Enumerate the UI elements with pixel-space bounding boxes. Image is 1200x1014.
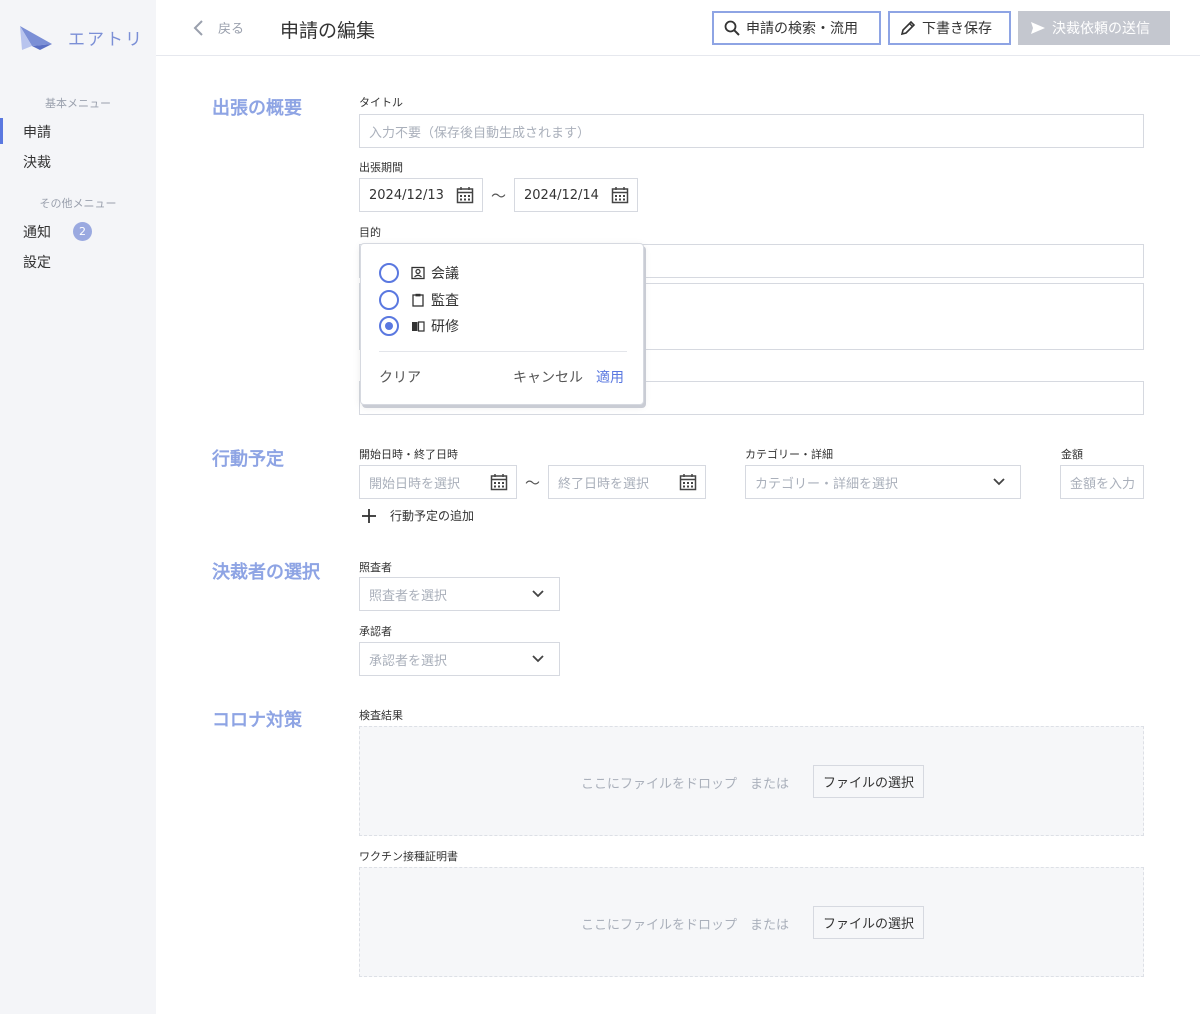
search-reuse-button[interactable]: 申請の検索・流用 bbox=[712, 11, 881, 45]
schedule-section-title: 行動予定 bbox=[212, 449, 284, 470]
select-file-button[interactable]: ファイルの選択 bbox=[813, 906, 925, 939]
approver-label: 承認者 bbox=[359, 625, 392, 638]
category-placeholder: カテゴリー・詳細を選択 bbox=[755, 476, 899, 492]
purpose-popover: 会議 監査 研修 クリア キャンセル 適用 bbox=[360, 243, 644, 405]
radio-button[interactable] bbox=[379, 263, 399, 283]
purpose-option-label: 監査 bbox=[431, 293, 459, 309]
start-datetime-input[interactable]: 開始日時を選択 bbox=[359, 465, 517, 499]
calendar-icon[interactable] bbox=[611, 186, 629, 204]
purpose-option-label: 研修 bbox=[431, 319, 459, 335]
purpose-option-meeting[interactable]: 会議 bbox=[379, 263, 459, 283]
app-name: エアトリ bbox=[68, 29, 144, 50]
dropzone-text: ここにファイルをドロップ または bbox=[581, 918, 790, 933]
sidebar-item-approval[interactable]: 決裁 bbox=[23, 152, 51, 172]
sidebar-item-settings[interactable]: 設定 bbox=[23, 252, 51, 272]
send-icon bbox=[1031, 22, 1045, 34]
clipboard-icon bbox=[412, 293, 424, 307]
back-link[interactable]: 戻る bbox=[192, 18, 244, 37]
title-placeholder: 入力不要（保存後自動生成されます） bbox=[369, 125, 591, 141]
calendar-icon[interactable] bbox=[679, 473, 697, 491]
end-date-value: 2024/12/14 bbox=[524, 187, 599, 203]
vaccine-certificate-label: ワクチン接種証明書 bbox=[359, 850, 458, 863]
category-label: カテゴリー・詳細 bbox=[745, 448, 833, 461]
radio-button[interactable] bbox=[379, 290, 399, 310]
amount-label: 金額 bbox=[1061, 448, 1083, 461]
notification-count-badge: 2 bbox=[73, 222, 92, 241]
date-range-separator: 〜 bbox=[491, 187, 507, 205]
end-datetime-placeholder: 終了日時を選択 bbox=[558, 476, 650, 492]
datetime-range-separator: 〜 bbox=[525, 474, 541, 492]
app-logo[interactable]: エアトリ bbox=[18, 22, 144, 52]
popover-divider bbox=[379, 351, 627, 352]
select-file-button[interactable]: ファイルの選択 bbox=[813, 765, 925, 798]
reviewer-placeholder: 照査者を選択 bbox=[369, 588, 448, 604]
paper-plane-logo-icon bbox=[20, 26, 52, 50]
amount-input[interactable]: 金額を入力 bbox=[1060, 465, 1144, 499]
approver-select[interactable]: 承認者を選択 bbox=[359, 642, 560, 676]
purpose-option-training[interactable]: 研修 bbox=[379, 316, 459, 336]
book-icon bbox=[412, 321, 425, 332]
reviewer-label: 照査者 bbox=[359, 561, 392, 574]
end-datetime-input[interactable]: 終了日時を選択 bbox=[548, 465, 706, 499]
contact-card-icon bbox=[411, 266, 425, 280]
send-approval-label: 決裁依頼の送信 bbox=[1052, 21, 1150, 37]
add-schedule-label: 行動予定の追加 bbox=[390, 509, 475, 523]
other-menu-label: その他メニュー bbox=[39, 197, 117, 210]
approver-placeholder: 承認者を選択 bbox=[369, 653, 448, 669]
header: 戻る 申請の編集 申請の検索・流用 下書き保存 決裁依頼の送信 bbox=[156, 0, 1200, 56]
clear-button[interactable]: クリア bbox=[379, 367, 421, 387]
datetime-label: 開始日時・終了日時 bbox=[359, 448, 458, 461]
apply-button[interactable]: 適用 bbox=[596, 367, 624, 387]
period-label: 出張期間 bbox=[359, 161, 403, 174]
overview-section-title: 出張の概要 bbox=[212, 98, 302, 119]
chevron-down-icon bbox=[532, 655, 544, 663]
radio-button-selected[interactable] bbox=[379, 316, 399, 336]
add-schedule-button[interactable]: 行動予定の追加 bbox=[362, 507, 474, 524]
dropzone-text: ここにファイルをドロップ または bbox=[581, 777, 790, 792]
plus-icon bbox=[362, 508, 376, 523]
start-datetime-placeholder: 開始日時を選択 bbox=[369, 476, 461, 492]
chevron-left-icon bbox=[193, 19, 203, 36]
start-date-value: 2024/12/13 bbox=[369, 187, 444, 203]
calendar-icon[interactable] bbox=[490, 473, 508, 491]
covid-section-title: コロナ対策 bbox=[212, 710, 302, 731]
test-result-label: 検査結果 bbox=[359, 709, 403, 722]
approvers-section-title: 決裁者の選択 bbox=[212, 562, 320, 583]
pencil-icon bbox=[900, 20, 916, 36]
title-input[interactable]: 入力不要（保存後自動生成されます） bbox=[359, 114, 1144, 148]
purpose-option-audit[interactable]: 監査 bbox=[379, 290, 459, 310]
start-date-input[interactable]: 2024/12/13 bbox=[359, 178, 483, 212]
chevron-down-icon bbox=[993, 478, 1005, 486]
basic-menu-label: 基本メニュー bbox=[45, 97, 111, 110]
purpose-option-label: 会議 bbox=[431, 266, 459, 282]
page-title: 申請の編集 bbox=[280, 20, 376, 42]
end-date-input[interactable]: 2024/12/14 bbox=[514, 178, 638, 212]
sidebar-item-notifications[interactable]: 通知 bbox=[23, 222, 51, 242]
reviewer-select[interactable]: 照査者を選択 bbox=[359, 577, 560, 611]
test-result-dropzone[interactable]: ここにファイルをドロップ または ファイルの選択 bbox=[359, 726, 1144, 836]
amount-placeholder: 金額を入力 bbox=[1070, 476, 1136, 492]
cancel-button[interactable]: キャンセル bbox=[513, 367, 583, 387]
save-draft-label: 下書き保存 bbox=[922, 21, 992, 37]
search-reuse-label: 申請の検索・流用 bbox=[746, 21, 858, 37]
chevron-down-icon bbox=[532, 590, 544, 598]
send-approval-request-button[interactable]: 決裁依頼の送信 bbox=[1018, 11, 1170, 45]
category-select[interactable]: カテゴリー・詳細を選択 bbox=[745, 465, 1021, 499]
sidebar: エアトリ 基本メニュー 申請 決裁 その他メニュー 通知 2 設定 bbox=[0, 0, 156, 1014]
save-draft-button[interactable]: 下書き保存 bbox=[888, 11, 1011, 45]
title-label: タイトル bbox=[359, 96, 403, 109]
calendar-icon[interactable] bbox=[456, 186, 474, 204]
sidebar-item-application[interactable]: 申請 bbox=[0, 118, 51, 144]
vaccine-certificate-dropzone[interactable]: ここにファイルをドロップ または ファイルの選択 bbox=[359, 867, 1144, 977]
back-label: 戻る bbox=[218, 22, 245, 37]
purpose-label: 目的 bbox=[359, 226, 381, 239]
search-icon bbox=[724, 20, 740, 36]
